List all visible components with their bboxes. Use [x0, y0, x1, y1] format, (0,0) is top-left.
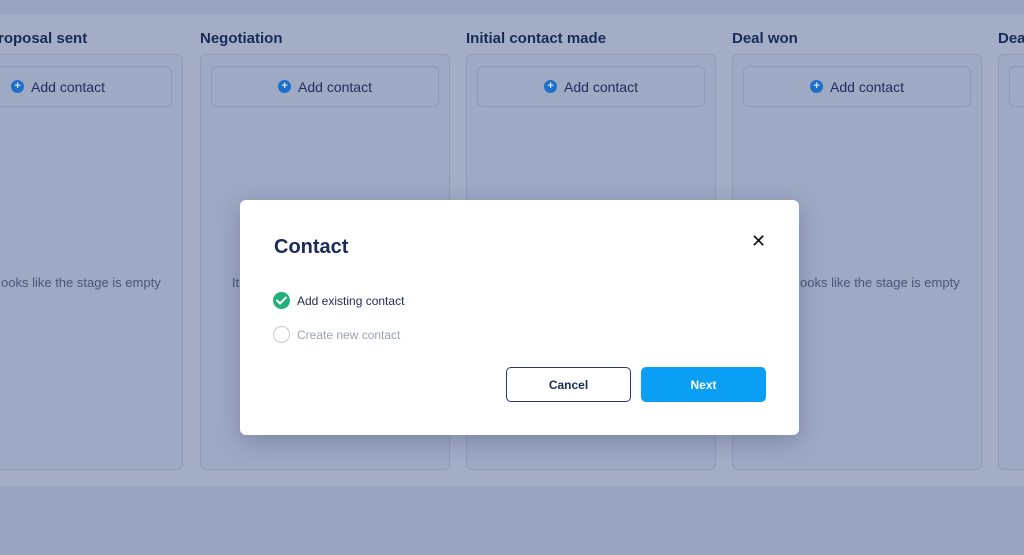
- stage-column: Proposal sent + Add contact ooks like th…: [0, 14, 183, 472]
- option-label: Add existing contact: [297, 293, 405, 308]
- plus-circle-icon: +: [810, 80, 824, 93]
- modal-title: Contact: [274, 236, 349, 258]
- add-contact-button[interactable]: + Add contact: [477, 66, 705, 107]
- radio-unchecked-icon: [273, 326, 290, 343]
- stage-title: Deal won: [732, 30, 798, 47]
- plus-circle-icon: +: [11, 80, 25, 93]
- plus-circle-icon: +: [278, 80, 292, 93]
- stage-body: + Add contact ooks like the stage is emp…: [0, 54, 183, 470]
- check-circle-icon: [273, 292, 290, 309]
- stage-body: + Add contact: [998, 54, 1024, 470]
- option-label: Create new contact: [297, 327, 401, 342]
- stage-title: Deal lost: [998, 30, 1024, 47]
- add-contact-button[interactable]: + Add contact: [211, 66, 439, 107]
- stage-title: Negotiation: [200, 30, 283, 47]
- cancel-button[interactable]: Cancel: [506, 367, 631, 402]
- add-contact-label: Add contact: [564, 78, 638, 95]
- add-contact-button[interactable]: + Add contact: [0, 66, 172, 107]
- stage-title: Proposal sent: [0, 30, 88, 47]
- add-contact-label: Add contact: [31, 78, 105, 95]
- stage-title: Initial contact made: [466, 30, 607, 47]
- next-button[interactable]: Next: [641, 367, 766, 402]
- empty-stage-text: ooks like the stage is empty: [800, 275, 960, 290]
- add-contact-label: Add contact: [830, 78, 904, 95]
- add-contact-label: Add contact: [298, 78, 372, 95]
- stage-column: Deal lost + Add contact: [998, 14, 1024, 472]
- option-add-existing-contact[interactable]: Add existing contact: [273, 292, 404, 309]
- add-contact-button[interactable]: + Add contact: [743, 66, 971, 107]
- empty-stage-text: It: [232, 275, 240, 290]
- empty-stage-text: ooks like the stage is empty: [1, 275, 161, 290]
- option-create-new-contact[interactable]: Create new contact: [273, 326, 400, 343]
- plus-circle-icon: +: [544, 80, 558, 93]
- add-contact-button[interactable]: + Add contact: [1009, 66, 1024, 107]
- contact-modal: Contact ✕ Add existing contact Create ne…: [240, 200, 799, 435]
- close-icon[interactable]: ✕: [751, 232, 766, 250]
